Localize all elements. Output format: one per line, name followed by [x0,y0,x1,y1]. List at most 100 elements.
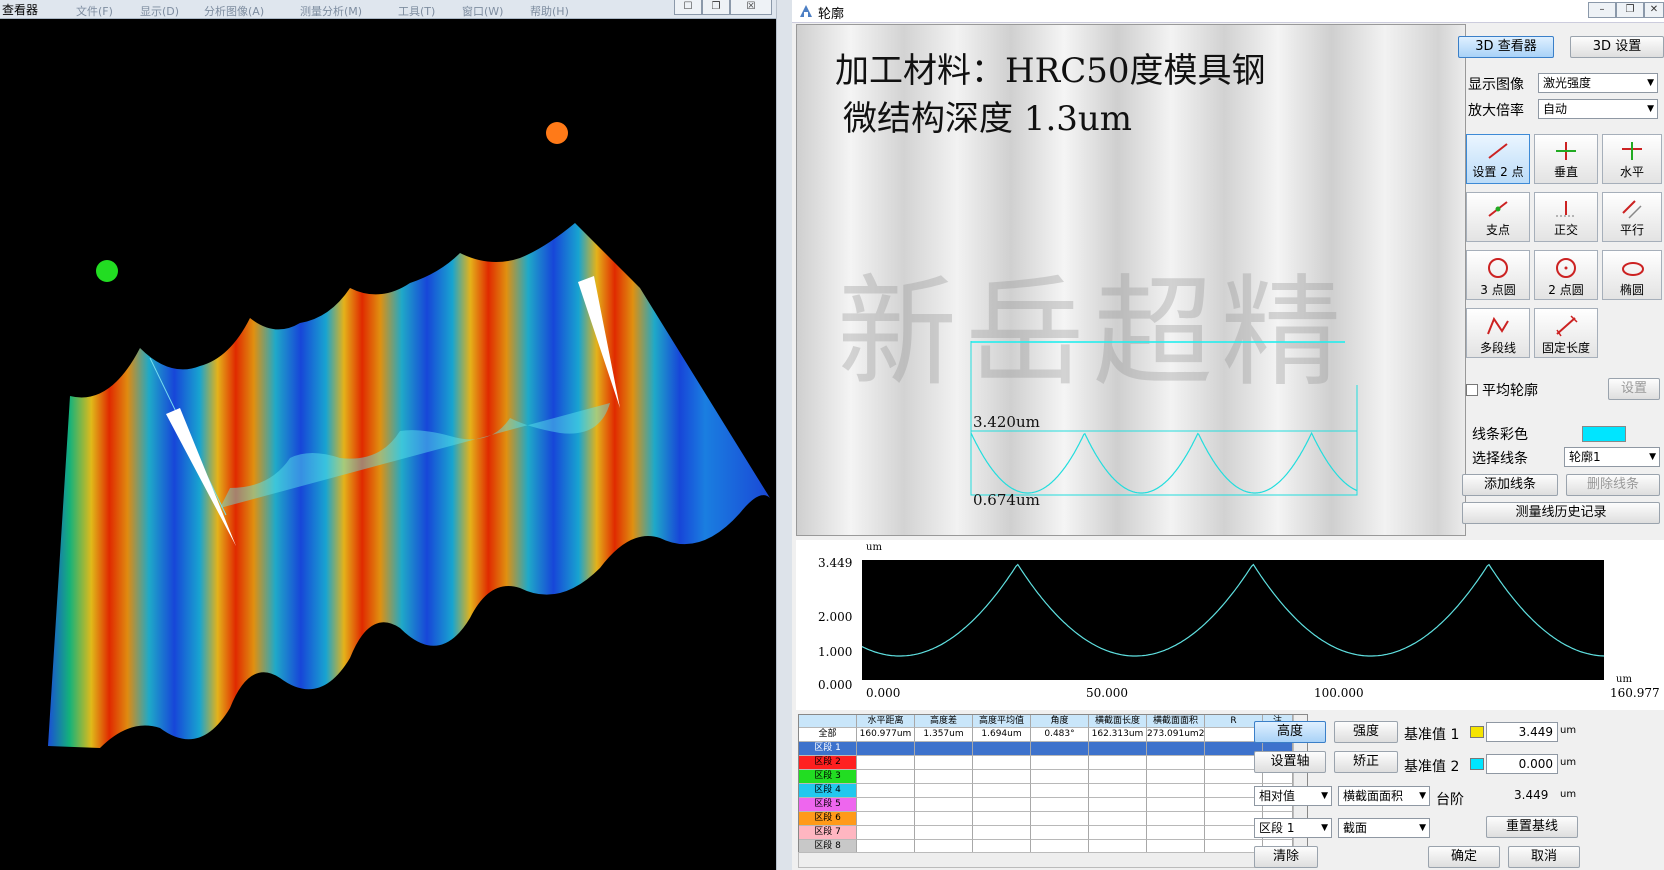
menu-measure[interactable]: 测量分析(M) [300,3,362,19]
tool-fixed-length[interactable]: 固定长度 [1534,308,1598,358]
menu-file[interactable]: 文件(F) [76,3,113,19]
viewer-close-button[interactable]: ☒ [730,0,772,15]
tool-vertical[interactable]: 垂直 [1534,134,1598,184]
green-point-marker[interactable] [96,260,118,282]
table-header: 高度差 [915,715,973,728]
segment-row-label[interactable]: 区段 4 [799,784,857,798]
tool-label: 设置 2 点 [1472,165,1524,179]
table-cell: 0.483° [1031,728,1089,742]
select-line-dropdown[interactable]: 轮廓1 ▼ [1564,447,1660,467]
viewer-restore-button[interactable]: ❐ [702,0,730,15]
tab-3d-settings[interactable]: 3D 设置 [1570,36,1664,58]
segment-select[interactable]: 区段 1 ▼ [1254,818,1332,838]
x-tick: 160.977 [1610,686,1660,700]
menu-window[interactable]: 窗口(W) [462,3,503,19]
profile-title: 轮廓 [818,7,845,22]
segment-row-label[interactable]: 区段 3 [799,770,857,784]
tab-3d-viewer[interactable]: 3D 查看器 [1458,36,1554,58]
table-cell [857,770,915,784]
chevron-down-icon: ▼ [1419,791,1426,801]
table-cell [1147,770,1205,784]
3d-viewer-window: 查看器 文件(F) 显示(D) 分析图像(A) 测量分析(M) 工具(T) 窗口… [0,0,776,870]
tool-set-two-points[interactable]: 设置 2 点 [1466,134,1530,184]
viewer-minimize-button[interactable]: ☐ [674,0,702,15]
tool-horizontal[interactable]: 水平 [1602,134,1662,184]
table-header: 横截面面积 [1147,715,1205,728]
menu-analyze[interactable]: 分析图像(A) [204,3,264,19]
table-cell [915,770,973,784]
profile-minimize-button[interactable]: – [1588,2,1616,18]
tool-orthogonal[interactable]: 正交 [1534,192,1598,242]
tool-three-point-circle[interactable]: 3 点圆 [1466,250,1530,300]
orange-point-marker[interactable] [546,122,568,144]
tool-label: 正交 [1553,223,1578,237]
measurement-table[interactable]: 水平距离 高度差 高度平均值 角度 横截面长度 横截面面积 R 注 全部 160… [798,714,1308,856]
segment-row-label[interactable]: 区段 7 [799,826,857,840]
tool-pivot[interactable]: 支点 [1466,192,1530,242]
segment-row-label[interactable]: 区段 2 [799,756,857,770]
segment-row-label[interactable]: 区段 1 [799,742,857,756]
measurement-history-button[interactable]: 测量线历史记录 [1462,502,1660,524]
correct-button[interactable]: 矫正 [1334,751,1398,773]
tool-label: 平行 [1619,223,1644,237]
tool-ellipse[interactable]: 椭圆 [1602,250,1662,300]
average-settings-button[interactable]: 设置 [1608,378,1660,400]
fixed-length-icon [1556,315,1578,337]
reset-baseline-button[interactable]: 重置基线 [1486,816,1578,838]
delete-line-button[interactable]: 删除线条 [1566,474,1660,496]
profile-graph-svg [861,563,1605,657]
clear-button[interactable]: 清除 [1254,846,1318,868]
baseline2-color [1470,758,1484,770]
segment-row-label[interactable]: 区段 6 [799,812,857,826]
laser-image-view[interactable]: 加工材料：HRC50度模具钢 微结构深度 1.3um 新岳超精 3.420um … [796,24,1466,536]
tool-two-point-circle[interactable]: 2 点圆 [1534,250,1598,300]
segment-row-label[interactable]: 区段 5 [799,798,857,812]
table-cell [1031,770,1089,784]
tool-polyline[interactable]: 多段线 [1466,308,1530,358]
profile-close-button[interactable]: ✕ [1644,2,1664,18]
average-profile-checkbox[interactable] [1466,384,1478,396]
table-cell [1089,826,1147,840]
horizontal-icon [1622,142,1642,160]
set-axis-button[interactable]: 设置轴 [1254,751,1326,773]
3d-surface-render[interactable] [0,18,776,870]
table-cell [915,826,973,840]
add-line-button[interactable]: 添加线条 [1462,474,1558,496]
zoom-select[interactable]: 自动 ▼ [1538,99,1658,119]
cross-section-area-select[interactable]: 横截面面积 ▼ [1338,786,1430,806]
profile-restore-button[interactable]: ❐ [1616,2,1644,18]
baseline1-input[interactable]: 3.449 [1486,722,1558,742]
table-cell [973,756,1031,770]
profile-app-icon [798,3,814,23]
display-image-select[interactable]: 激光强度 ▼ [1538,73,1658,93]
menu-help[interactable]: 帮助(H) [530,3,569,19]
table-horizontal-scrollbar[interactable] [798,852,1308,868]
baseline1-value: 3.449 [1518,725,1553,739]
polyline-icon [1487,316,1509,335]
tool-parallel[interactable]: 平行 [1602,192,1662,242]
ok-button[interactable]: 确定 [1428,846,1500,868]
select-line-value: 轮廓1 [1569,450,1601,464]
menu-tools[interactable]: 工具(T) [398,3,435,19]
line-color-swatch[interactable] [1582,426,1626,442]
wave-surface [48,223,770,748]
x-tick: 100.000 [1314,686,1364,700]
relative-value-select[interactable]: 相对值 ▼ [1254,786,1332,806]
baseline2-input[interactable]: 0.000 [1486,754,1558,774]
cancel-button[interactable]: 取消 [1508,846,1580,868]
intensity-button[interactable]: 强度 [1334,721,1398,743]
table-cell [915,812,973,826]
table-header: 高度平均值 [973,715,1031,728]
profile-graph[interactable] [861,560,1605,680]
height-button[interactable]: 高度 [1254,721,1326,743]
three-point-circle-icon [1488,258,1508,278]
max-height-label: 3.420um [973,413,1040,431]
table-cell [857,784,915,798]
menu-display[interactable]: 显示(D) [140,3,179,19]
table-cell [973,784,1031,798]
two-point-circle-icon [1556,258,1576,278]
x-unit-label: um [1616,674,1632,685]
section-select[interactable]: 截面 ▼ [1338,818,1430,838]
table-cell: 160.977um [857,728,915,742]
table-cell: 1.694um [973,728,1031,742]
